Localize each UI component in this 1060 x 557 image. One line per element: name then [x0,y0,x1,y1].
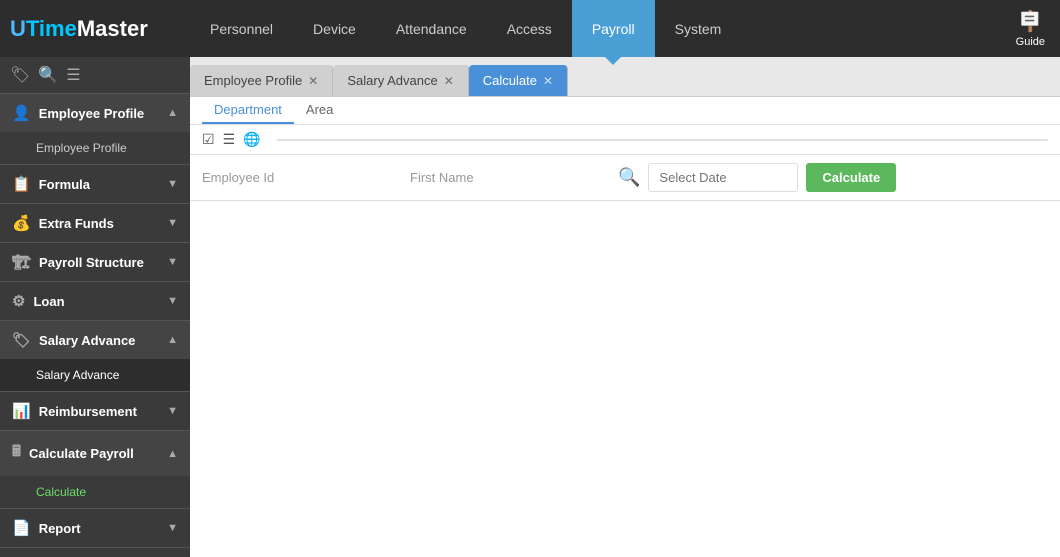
tabs-bar: Employee Profile ✕ Salary Advance ✕ Calc… [190,57,1060,97]
tab-salary-advance-label: Salary Advance [347,73,437,88]
tab-employee-profile[interactable]: Employee Profile ✕ [190,65,333,96]
sidebar-section-employee-profile: 👤 Employee Profile ▲ Employee Profile [0,94,190,165]
report-label: Report [39,521,81,536]
logo-master: Master [77,16,148,42]
sidebar-header-formula[interactable]: 📋 Formula ▼ [0,165,190,203]
tab-employee-profile-label: Employee Profile [204,73,302,88]
salary-advance-icon: 🏷 [12,331,31,349]
chevron-up-icon: ▲ [167,107,178,119]
filter-toolbar-row: Department Area [190,97,1060,125]
checkbox-icon[interactable]: ☑ [202,131,215,148]
chevron-down-icon: ▼ [167,256,178,268]
search-icon[interactable]: 🔍 [38,65,58,85]
sidebar-header-reimbursement[interactable]: 📊 Reimbursement ▼ [0,392,190,430]
sidebar-header-report[interactable]: 📄 Report ▼ [0,509,190,547]
main-content-body [190,201,1060,557]
column-header-row: Employee Id First Name 🔍 Calculate [190,155,1060,201]
column-employee-id: Employee Id [202,170,402,185]
tab-employee-profile-close[interactable]: ✕ [308,74,318,88]
chevron-up-icon: ▲ [167,448,178,460]
sidebar-section-report: 📄 Report ▼ [0,509,190,548]
tab-calculate-close[interactable]: ✕ [543,74,553,88]
main-layout: 🏷 🔍 ☰ 👤 Employee Profile ▲ Employee Prof… [0,57,1060,557]
tab-calculate[interactable]: Calculate ✕ [469,65,568,96]
sidebar-section-payroll-structure: 🏗 Payroll Structure ▼ [0,243,190,282]
formula-icon: 📋 [12,175,31,193]
sidebar-section-formula: 📋 Formula ▼ [0,165,190,204]
hierarchy-icon[interactable]: 🌐 [243,131,260,148]
chevron-down-icon: ▼ [167,217,178,229]
reimbursement-icon: 📊 [12,402,31,420]
calculate-button[interactable]: Calculate [806,163,896,192]
top-navigation: UTime Master Personnel Device Attendance… [0,0,1060,57]
sidebar-header-employee-profile[interactable]: 👤 Employee Profile ▲ [0,94,190,132]
sidebar-item-salary-advance[interactable]: Salary Advance [0,359,190,391]
logo-u: U [10,16,26,42]
sidebar-section-reimbursement: 📊 Reimbursement ▼ [0,392,190,431]
filter-tab-area[interactable]: Area [294,97,345,124]
report-icon: 📄 [12,519,31,537]
chevron-down-icon: ▼ [167,405,178,417]
nav-personnel[interactable]: Personnel [190,0,293,57]
extra-funds-icon: 💰 [12,214,31,232]
loan-icon: ⚙ [12,292,25,310]
nav-access[interactable]: Access [487,0,572,57]
nav-attendance[interactable]: Attendance [376,0,487,57]
tab-calculate-label: Calculate [483,73,537,88]
tab-salary-advance[interactable]: Salary Advance ✕ [333,65,468,96]
sidebar-item-calculate[interactable]: Calculate [0,476,190,508]
payroll-structure-icon: 🏗 [12,253,31,271]
extra-funds-label: Extra Funds [39,216,114,231]
tag-icon[interactable]: 🏷 [10,65,30,85]
payroll-structure-label: Payroll Structure [39,255,144,270]
employee-profile-label: Employee Profile [39,106,144,121]
sidebar-item-employee-profile[interactable]: Employee Profile [0,132,190,164]
sidebar-section-extra-funds: 💰 Extra Funds ▼ [0,204,190,243]
calculate-payroll-label: Calculate Payroll [29,446,134,461]
chevron-down-icon: ▼ [167,522,178,534]
sidebar-section-loan: ⚙ Loan ▼ [0,282,190,321]
sidebar-header-payroll-structure[interactable]: 🏗 Payroll Structure ▼ [0,243,190,281]
guide-button[interactable]: 🪧 Guide [1001,9,1060,48]
sidebar: 🏷 🔍 ☰ 👤 Employee Profile ▲ Employee Prof… [0,57,190,557]
content-area: Employee Profile ✕ Salary Advance ✕ Calc… [190,57,1060,557]
list-icon[interactable]: ☰ [223,131,236,148]
sidebar-header-extra-funds[interactable]: 💰 Extra Funds ▼ [0,204,190,242]
employee-profile-icon: 👤 [12,104,31,122]
menu-icon[interactable]: ☰ [66,65,80,85]
sidebar-section-configurations: ⚙ Configurations ▼ [0,548,190,557]
salary-advance-label: Salary Advance [39,333,135,348]
logo-time: Time [26,16,77,42]
sidebar-tools: 🏷 🔍 ☰ [0,57,190,94]
sidebar-header-configurations[interactable]: ⚙ Configurations ▼ [0,548,190,557]
chevron-down-icon: ▼ [167,178,178,190]
column-first-name: First Name [410,170,610,185]
select-date-input[interactable] [648,163,798,192]
nav-items: Personnel Device Attendance Access Payro… [190,0,1001,57]
nav-system[interactable]: System [655,0,742,57]
nav-payroll[interactable]: Payroll [572,0,655,57]
reimbursement-label: Reimbursement [39,404,137,419]
calculate-payroll-icon: 🖩 [12,441,21,466]
search-button[interactable]: 🔍 [618,167,640,188]
sidebar-header-loan[interactable]: ⚙ Loan ▼ [0,282,190,320]
app-logo: UTime Master [0,16,190,42]
filter-tabs: Department Area [202,97,1048,124]
sidebar-section-calculate-payroll: 🖩 Calculate Payroll ▲ Calculate [0,431,190,509]
toolbar-divider [277,139,1048,141]
formula-label: Formula [39,177,90,192]
sidebar-header-calculate-payroll[interactable]: 🖩 Calculate Payroll ▲ [0,431,190,476]
chevron-up-icon: ▲ [167,334,178,346]
filter-tab-department[interactable]: Department [202,97,294,124]
sidebar-header-salary-advance[interactable]: 🏷 Salary Advance ▲ [0,321,190,359]
guide-icon: 🪧 [1018,9,1043,34]
sidebar-section-salary-advance: 🏷 Salary Advance ▲ Salary Advance [0,321,190,392]
chevron-down-icon: ▼ [167,295,178,307]
nav-device[interactable]: Device [293,0,376,57]
guide-label: Guide [1016,36,1045,48]
loan-label: Loan [33,294,64,309]
toolbar: ☑ ☰ 🌐 [190,125,1060,155]
tab-salary-advance-close[interactable]: ✕ [444,74,454,88]
